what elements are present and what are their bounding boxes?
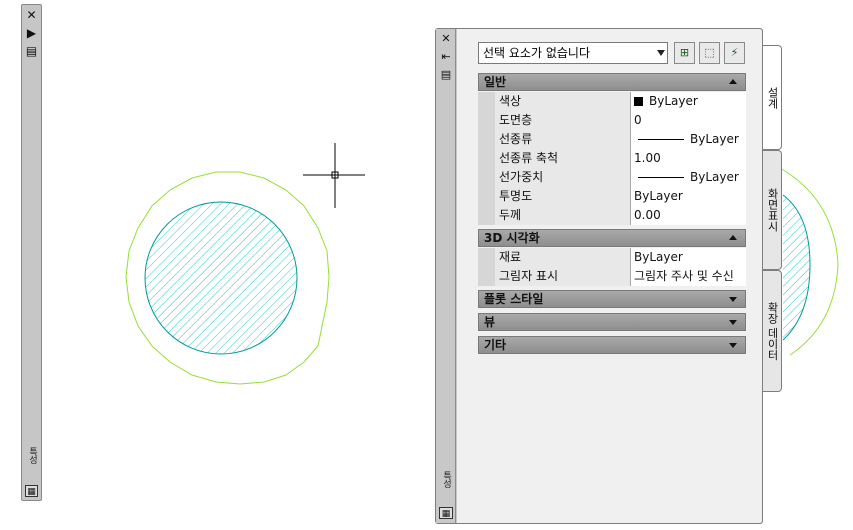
section-general-header[interactable]: 일반 [478,73,746,91]
prop-value[interactable]: 그림자 주사 및 수신 [631,267,746,286]
prop-name: 재료 [495,248,631,267]
close-icon[interactable]: ✕ [439,33,453,45]
prop-value[interactable]: 0.00 [631,206,746,225]
prop-value[interactable]: 0 [631,111,746,130]
prop-name: 두께 [495,206,631,225]
prop-value[interactable]: ByLayer [631,168,746,187]
inner-hatch-circle[interactable] [144,201,298,355]
section-misc-title: 기타 [484,338,507,352]
palette-icon[interactable]: ▦ [439,507,453,519]
prop-value[interactable]: ByLayer [631,187,746,206]
section-misc-header[interactable]: 기타 [478,336,746,354]
expand-icon [729,320,737,325]
crosshair-cursor [303,143,365,208]
toggle-pickadd-icon: ⊞ [679,46,690,59]
section-general-title: 일반 [484,75,507,89]
tab-design[interactable]: 설계 [762,45,782,150]
select-objects-button[interactable]: ⬚ [699,42,720,64]
prop-value[interactable]: 1.00 [631,149,746,168]
collapse-icon [729,79,737,84]
color-swatch [634,97,643,106]
linetype-preview [638,139,684,140]
palette-body: 선택 요소가 없습니다 ⊞ ⬚ ⚡ 일반 색상 ByLayer 도면층 0 선종… [457,29,762,523]
selection-text: 선택 요소가 없습니다 [483,46,590,60]
tab-display[interactable]: 화면표시 [762,150,782,270]
expand-icon [729,343,737,348]
palette-title-strip[interactable]: ✕ ⇤ ▤ 특성 ▦ [436,29,456,523]
prop-row-material[interactable]: 재료 ByLayer [478,248,746,267]
section-view-header[interactable]: 뷰 [478,313,746,331]
prop-name: 색상 [495,92,631,111]
palette-icon[interactable]: ▦ [25,485,38,497]
select-objects-icon: ⬚ [704,46,715,59]
chevron-down-icon [657,50,665,56]
prop-name: 선가중치 [495,168,631,187]
prop-name: 그림자 표시 [495,267,631,286]
prop-name: 선종류 축척 [495,149,631,168]
prop-row-shadow[interactable]: 그림자 표시 그림자 주사 및 수신 [478,267,746,286]
section-view-title: 뷰 [484,315,496,329]
prop-row-lineweight[interactable]: 선가중치 ByLayer [478,168,746,187]
left-palette-bar[interactable]: ✕ ▶ ▤ 특성 ▦ [21,4,42,501]
section-plot-style-header[interactable]: 플롯 스타일 [478,290,746,308]
autohide-icon[interactable]: ▶ [25,27,38,39]
prop-row-thickness[interactable]: 두께 0.00 [478,206,746,225]
section-3d-title: 3D 시각화 [484,231,540,245]
prop-name: 투명도 [495,187,631,206]
palette-strip-label: 특성 [441,471,451,487]
properties-menu-icon[interactable]: ▤ [439,69,453,81]
prop-value[interactable]: ByLayer [631,92,746,111]
quick-select-icon: ⚡ [730,46,739,59]
lineweight-preview [638,177,684,178]
prop-name: 도면층 [495,111,631,130]
properties-menu-icon[interactable]: ▤ [25,45,38,57]
close-icon[interactable]: ✕ [25,9,38,21]
prop-value[interactable]: ByLayer [631,248,746,267]
quick-select-button[interactable]: ⚡ [724,42,745,64]
selection-dropdown[interactable]: 선택 요소가 없습니다 [478,42,668,64]
prop-row-transparency[interactable]: 투명도 ByLayer [478,187,746,206]
prop-row-linetype[interactable]: 선종류 ByLayer [478,130,746,149]
section-plot-style-title: 플롯 스타일 [484,292,544,306]
prop-name: 선종류 [495,130,631,149]
autohide-icon[interactable]: ⇤ [439,51,453,63]
collapse-icon [729,235,737,240]
tab-extended-data[interactable]: 확장 데이터 [762,270,782,392]
left-bar-label: 특성 [27,447,37,463]
prop-value[interactable]: ByLayer [631,130,746,149]
prop-row-color[interactable]: 색상 ByLayer [478,92,746,111]
prop-row-layer[interactable]: 도면층 0 [478,111,746,130]
expand-icon [729,297,737,302]
toggle-pickadd-button[interactable]: ⊞ [674,42,695,64]
prop-row-linetype-scale[interactable]: 선종류 축척 1.00 [478,149,746,168]
section-3d-header[interactable]: 3D 시각화 [478,229,746,247]
properties-palette[interactable]: ✕ ⇤ ▤ 특성 ▦ 선택 요소가 없습니다 ⊞ ⬚ ⚡ 일반 색상 ByLay… [435,28,763,524]
inner-circle-right[interactable] [782,194,811,341]
